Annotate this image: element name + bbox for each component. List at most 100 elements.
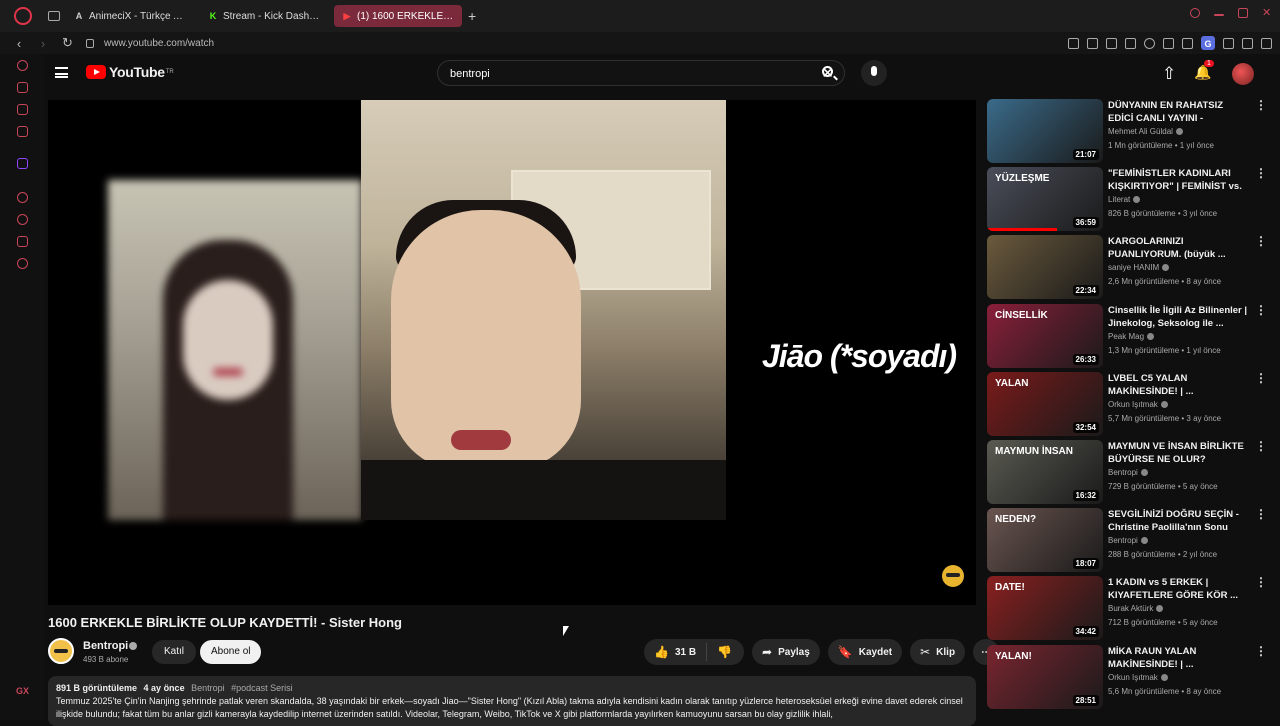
recommended-channel[interactable]: Peak Mag: [1108, 332, 1155, 341]
opera-logo-icon[interactable]: [14, 7, 32, 25]
recommended-title[interactable]: MİKA RAUN YALAN MAKİNESİNDE! | ...: [1108, 645, 1248, 671]
clip-button[interactable]: ✂ Klip: [910, 639, 966, 665]
video-thumbnail[interactable]: 21:07: [987, 99, 1103, 163]
messenger-icon[interactable]: [17, 104, 28, 115]
tab-overview-icon[interactable]: [48, 11, 60, 21]
twitch-icon[interactable]: [17, 158, 28, 169]
recommended-title[interactable]: MAYMUN VE İNSAN BİRLİKTE BÜYÜRSE NE OLUR…: [1108, 440, 1248, 466]
recommended-video[interactable]: YALAN! 28:51 MİKA RAUN YALAN MAKİNESİNDE! …: [987, 645, 1277, 709]
recommended-title[interactable]: LVBEL C5 YALAN MAKİNESİNDE! | ...: [1108, 372, 1248, 398]
recommended-video[interactable]: YÜZLEŞME 36:59 "FEMİNİSTLER KADINLARI KIŞK…: [987, 167, 1277, 231]
settings-icon[interactable]: [17, 258, 28, 269]
maximize-icon[interactable]: [1238, 8, 1248, 18]
recommended-video[interactable]: DATE! 34:42 1 KADIN vs 5 ERKEK | KIYAFETLE…: [987, 576, 1277, 640]
shield-icon[interactable]: [1106, 37, 1117, 49]
gx-logo-icon[interactable]: GX: [16, 686, 29, 696]
account-avatar[interactable]: [1232, 63, 1254, 85]
snapshot-icon[interactable]: [1087, 37, 1098, 49]
ai-icon[interactable]: [1242, 37, 1253, 49]
video-thumbnail[interactable]: YALAN! 28:51: [987, 645, 1103, 709]
back-icon[interactable]: ‹: [14, 36, 24, 51]
join-button[interactable]: Katıl: [152, 640, 197, 664]
recommended-video[interactable]: NEDEN? 18:07 SEVGİLİNİZİ DOĞRU SEÇİN - Chr…: [987, 508, 1277, 572]
more-options-icon[interactable]: ⋮: [1255, 235, 1267, 247]
play-icon[interactable]: [1125, 37, 1136, 49]
browser-menu-icon[interactable]: [1261, 37, 1272, 49]
recommended-title[interactable]: Cinsellik İle İlgili Az Bilinenler | Jin…: [1108, 304, 1248, 330]
puzzle-icon[interactable]: [1182, 37, 1193, 49]
more-options-icon[interactable]: ⋮: [1255, 99, 1267, 111]
search-button[interactable]: [812, 60, 848, 86]
more-options-icon[interactable]: ⋮: [1255, 440, 1267, 452]
heart-icon[interactable]: [1144, 37, 1155, 49]
recommended-channel[interactable]: Orkun Işıtmak: [1108, 673, 1168, 682]
recommended-channel[interactable]: Orkun Işıtmak: [1108, 400, 1168, 409]
url-text[interactable]: www.youtube.com/watch: [104, 38, 214, 49]
recommended-channel[interactable]: Mehmet Ali Güldal: [1108, 127, 1183, 136]
video-thumbnail[interactable]: 22:34: [987, 235, 1103, 299]
more-options-icon[interactable]: ⋮: [1255, 304, 1267, 316]
browser-tab-animecix[interactable]: A AnimeciX - Türkçe Anime: [66, 5, 194, 27]
dislike-icon[interactable]: 👎: [717, 645, 732, 659]
like-count[interactable]: 31 B: [675, 647, 696, 658]
download-icon[interactable]: [1223, 37, 1234, 49]
aria-icon[interactable]: [17, 60, 28, 71]
menu-icon[interactable]: [55, 67, 68, 78]
more-options-icon[interactable]: ⋮: [1255, 508, 1267, 520]
recommended-video[interactable]: YALAN 32:54 LVBEL C5 YALAN MAKİNESİNDE! | …: [987, 372, 1277, 436]
video-thumbnail[interactable]: NEDEN? 18:07: [987, 508, 1103, 572]
recommended-channel[interactable]: Literat: [1108, 195, 1141, 204]
video-player[interactable]: Jiāo (*soyadı): [48, 100, 976, 605]
history-icon[interactable]: [17, 214, 28, 225]
share-button[interactable]: ➦ Paylaş: [752, 639, 820, 665]
video-description[interactable]: 891 B görüntüleme 4 ay önce Bentropi #po…: [48, 676, 976, 726]
more-options-icon[interactable]: ⋮: [1255, 372, 1267, 384]
channel-watermark-icon[interactable]: [942, 565, 964, 587]
more-options-icon[interactable]: ⋮: [1255, 645, 1267, 657]
voice-search-icon[interactable]: [861, 60, 887, 86]
browser-tab-youtube[interactable]: ▶ (1) 1600 ERKEKLE BİRL: [334, 5, 462, 27]
video-thumbnail[interactable]: YALAN 32:54: [987, 372, 1103, 436]
recommended-video[interactable]: 22:34 KARGOLARINIZI PUANLIYORUM. (büyük .…: [987, 235, 1277, 299]
channel-name[interactable]: Bentropi: [83, 640, 128, 652]
create-icon[interactable]: ⇧: [1162, 64, 1176, 84]
like-icon[interactable]: 👍: [654, 645, 669, 659]
video-thumbnail[interactable]: YÜZLEŞME 36:59: [987, 167, 1103, 231]
recommended-title[interactable]: DÜNYANIN EN RAHATSIZ EDİCİ CANLI YAYINI …: [1108, 99, 1248, 125]
search-input[interactable]: bentropi: [450, 68, 490, 80]
recommended-video[interactable]: CİNSELLİK 26:33 Cinsellik İle İlgili Az Bi…: [987, 304, 1277, 368]
recommended-channel[interactable]: Bentropi: [1108, 468, 1148, 477]
extension-icon[interactable]: [1163, 37, 1174, 49]
recommended-channel[interactable]: Bentropi: [1108, 536, 1148, 545]
hashtag-link[interactable]: #podcast Serisi: [231, 683, 293, 693]
video-thumbnail[interactable]: CİNSELLİK 26:33: [987, 304, 1103, 368]
browser-tab-kick[interactable]: K Stream - Kick Dashboard: [200, 5, 328, 27]
minimize-icon[interactable]: [1214, 14, 1224, 16]
search-tabs-icon[interactable]: [1190, 8, 1200, 18]
youtube-logo[interactable]: YouTube TR: [86, 64, 174, 80]
recommended-video[interactable]: MAYMUN İNSAN 16:32 MAYMUN VE İNSAN BİRLİKT…: [987, 440, 1277, 504]
more-options-icon[interactable]: ⋮: [1255, 576, 1267, 588]
recommended-title[interactable]: SEVGİLİNİZİ DOĞRU SEÇİN - Christine Paol…: [1108, 508, 1248, 534]
extensions-sidebar-icon[interactable]: [17, 236, 28, 247]
reload-icon[interactable]: ↻: [62, 35, 73, 51]
close-window-icon[interactable]: ✕: [1262, 8, 1272, 19]
video-thumbnail[interactable]: MAYMUN İNSAN 16:32: [987, 440, 1103, 504]
more-options-icon[interactable]: ⋮: [1255, 167, 1267, 179]
subscribe-button[interactable]: Abone ol: [200, 640, 262, 664]
recommended-channel[interactable]: saniye HANIM: [1108, 263, 1170, 272]
channel-avatar[interactable]: [48, 638, 74, 664]
recommended-title[interactable]: "FEMİNİSTLER KADINLARI KIŞKIRTIYOR" | FE…: [1108, 167, 1248, 193]
new-tab-button[interactable]: +: [468, 8, 476, 24]
forward-icon[interactable]: ›: [38, 36, 48, 51]
search-box[interactable]: bentropi ✕: [437, 60, 845, 86]
description-channel-link[interactable]: Bentropi: [191, 683, 225, 693]
recommended-channel[interactable]: Burak Aktürk: [1108, 604, 1164, 613]
notifications-icon[interactable]: 🔔 1: [1194, 60, 1214, 81]
pinboard-icon[interactable]: [17, 126, 28, 137]
save-button[interactable]: 🔖 Kaydet: [827, 639, 903, 665]
recommended-video[interactable]: 21:07 DÜNYANIN EN RAHATSIZ EDİCİ CANLI YA…: [987, 99, 1277, 163]
recommended-title[interactable]: 1 KADIN vs 5 ERKEK | KIYAFETLERE GÖRE KÖ…: [1108, 576, 1248, 602]
pin-icon[interactable]: [1068, 37, 1079, 49]
video-thumbnail[interactable]: DATE! 34:42: [987, 576, 1103, 640]
